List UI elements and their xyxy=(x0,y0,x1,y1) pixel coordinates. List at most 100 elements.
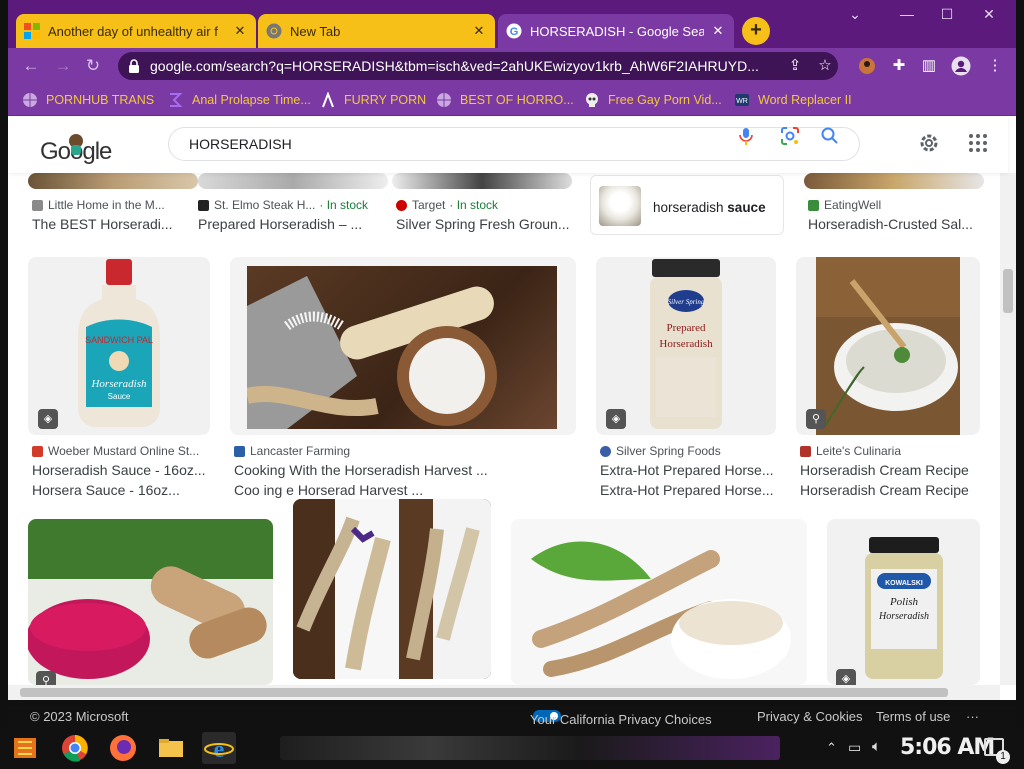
minimize-button[interactable]: — xyxy=(892,6,922,26)
result-title[interactable]: The BEST Horseradi... xyxy=(32,216,180,232)
back-arrow-icon[interactable]: ← xyxy=(20,55,42,77)
result-title[interactable]: Extra-Hot Prepared Horse... xyxy=(600,462,780,478)
svg-text:e: e xyxy=(214,737,225,763)
result-image[interactable] xyxy=(511,519,807,685)
horizontal-scrollbar[interactable] xyxy=(8,685,1000,700)
microphone-icon[interactable] xyxy=(736,126,756,146)
vertical-scroll-thumb[interactable] xyxy=(1003,269,1013,313)
result-title-duplicate: Horsera Sauce - 16oz... xyxy=(32,482,180,498)
google-header: Google HORSERADISH xyxy=(8,117,1008,173)
side-panel-icon[interactable]: ▥ xyxy=(918,55,940,77)
menu-kebab-icon[interactable]: ⋮ xyxy=(984,55,1006,77)
result-image[interactable] xyxy=(28,173,198,189)
result-title[interactable]: Prepared Horseradish – ... xyxy=(198,216,378,232)
silver-name-1: Prepared xyxy=(666,322,706,334)
forward-arrow-icon[interactable]: → xyxy=(52,55,74,77)
result-source[interactable]: Target · In stock xyxy=(396,198,498,212)
tab-unhealthy-air[interactable]: Another day of unhealthy air f ✕ xyxy=(16,14,256,48)
in-stock-badge: · In stock xyxy=(319,198,369,212)
system-clock[interactable]: 5:06 AM xyxy=(900,735,995,760)
bookmark-item[interactable]: FURRY PORN xyxy=(320,91,426,109)
result-title[interactable]: Horseradish-Crusted Sal... xyxy=(808,216,976,232)
profile-extension-icon[interactable] xyxy=(856,55,878,77)
bookmark-star-icon[interactable]: ☆ xyxy=(814,55,836,77)
result-image[interactable] xyxy=(392,173,572,189)
horizontal-scroll-thumb[interactable] xyxy=(20,688,948,697)
tab-search-chevron-icon[interactable]: ⌄ xyxy=(840,6,870,26)
tab-label: Another day of unhealthy air f xyxy=(48,23,218,39)
internet-explorer-icon[interactable]: e xyxy=(202,732,236,764)
source-name: Leite's Culinaria xyxy=(816,444,902,458)
tab-new-tab[interactable]: New Tab ✕ xyxy=(258,14,495,48)
bookmark-item[interactable]: PORNHUB TRANS xyxy=(22,91,154,109)
privacy-cookies-link[interactable]: Privacy & Cookies xyxy=(757,709,862,724)
result-image[interactable]: KOWALSKI Polish Horseradish xyxy=(827,519,980,685)
result-source[interactable]: Woeber Mustard Online St... xyxy=(32,444,199,458)
result-image[interactable] xyxy=(28,519,273,685)
close-window-button[interactable]: ✕ xyxy=(974,6,1004,26)
page-footer: © 2023 Microsoft Your California Privacy… xyxy=(8,706,1016,728)
apps-grid-icon[interactable] xyxy=(968,133,988,153)
image-results: Little Home in the M... The BEST Horsera… xyxy=(8,173,1000,685)
bookmark-label: Free Gay Porn Vid... xyxy=(608,93,722,107)
chip-label: horseradish sauce xyxy=(653,200,766,215)
bookmark-item[interactable]: BEST OF HORRO... xyxy=(436,91,574,109)
extensions-puzzle-icon[interactable]: ✚ xyxy=(888,55,910,77)
result-image[interactable] xyxy=(198,173,388,189)
volume-icon[interactable]: 🔈︎ xyxy=(872,738,881,755)
result-title[interactable]: Horseradish Sauce - 16oz... xyxy=(32,462,212,478)
result-source[interactable]: St. Elmo Steak H... · In stock xyxy=(198,198,368,212)
google-doodle-logo[interactable]: Google xyxy=(40,131,120,172)
microsoft-icon xyxy=(24,23,40,39)
woeber-brand: SANDWICH PAL xyxy=(85,335,153,345)
result-image[interactable] xyxy=(230,257,576,435)
result-image[interactable] xyxy=(804,173,984,189)
new-tab-button[interactable]: + xyxy=(742,17,770,45)
steakhouse-icon xyxy=(198,199,209,211)
bookmark-item[interactable]: Anal Prolapse Time... xyxy=(168,91,311,109)
share-icon[interactable]: ⇪ xyxy=(784,55,806,77)
result-title[interactable]: Cooking With the Horseradish Harvest ... xyxy=(234,462,496,478)
network-icon[interactable]: ▭ xyxy=(848,739,861,756)
file-explorer-icon[interactable] xyxy=(154,732,188,764)
result-title[interactable]: Silver Spring Fresh Groun... xyxy=(396,216,576,232)
chrome-taskbar-icon[interactable] xyxy=(58,732,92,764)
address-bar[interactable]: google.com/search?q=HORSERADISH&tbm=isch… xyxy=(118,52,838,80)
chip-prefix: horseradish xyxy=(653,200,728,215)
url-text: google.com/search?q=HORSERADISH&tbm=isch… xyxy=(150,58,759,74)
result-source[interactable]: Lancaster Farming xyxy=(234,444,350,458)
close-tab-icon[interactable]: ✕ xyxy=(710,23,726,39)
search-icon[interactable] xyxy=(820,126,840,146)
terms-link[interactable]: Terms of use xyxy=(876,709,950,724)
firefox-taskbar-icon[interactable] xyxy=(106,732,140,764)
tab-strip: Another day of unhealthy air f ✕ New Tab… xyxy=(8,0,1016,48)
maximize-button[interactable]: ☐ xyxy=(932,6,962,26)
bookmark-item[interactable]: Free Gay Porn Vid... xyxy=(584,91,722,109)
result-image[interactable] xyxy=(796,257,980,435)
reload-icon[interactable]: ↻ xyxy=(82,55,104,77)
result-source[interactable]: EatingWell xyxy=(808,198,881,212)
silver-spring-icon xyxy=(600,445,611,457)
bookmark-label: Anal Prolapse Time... xyxy=(192,93,311,107)
close-tab-icon[interactable]: ✕ xyxy=(471,23,487,39)
result-image[interactable] xyxy=(293,499,491,679)
privacy-choices-link[interactable]: Your California Privacy Choices xyxy=(530,709,712,727)
start-button-icon[interactable] xyxy=(8,732,42,764)
recipe-tag-icon: ⚲ xyxy=(806,409,826,429)
related-search-chip[interactable]: horseradish sauce xyxy=(590,175,784,235)
more-menu[interactable]: ··· xyxy=(966,709,979,724)
show-hidden-icons-chevron-icon[interactable]: ⌃ xyxy=(826,740,837,756)
result-source[interactable]: Little Home in the M... xyxy=(32,198,165,212)
result-title[interactable]: Horseradish Cream Recipe xyxy=(800,462,980,478)
bookmark-item[interactable]: WR Word Replacer II xyxy=(734,91,852,109)
tab-horseradish-search[interactable]: G HORSERADISH - Google Sear ✕ xyxy=(498,14,734,48)
leites-culinaria-icon xyxy=(800,445,811,457)
vertical-scrollbar[interactable] xyxy=(1000,173,1016,685)
close-tab-icon[interactable]: ✕ xyxy=(232,23,248,39)
result-source[interactable]: Leite's Culinaria xyxy=(800,444,901,458)
google-lens-icon[interactable] xyxy=(780,126,800,146)
result-source[interactable]: Silver Spring Foods xyxy=(600,444,721,458)
search-box[interactable]: HORSERADISH xyxy=(168,127,860,161)
account-avatar-icon[interactable] xyxy=(950,55,972,77)
settings-gear-icon[interactable] xyxy=(918,132,938,152)
